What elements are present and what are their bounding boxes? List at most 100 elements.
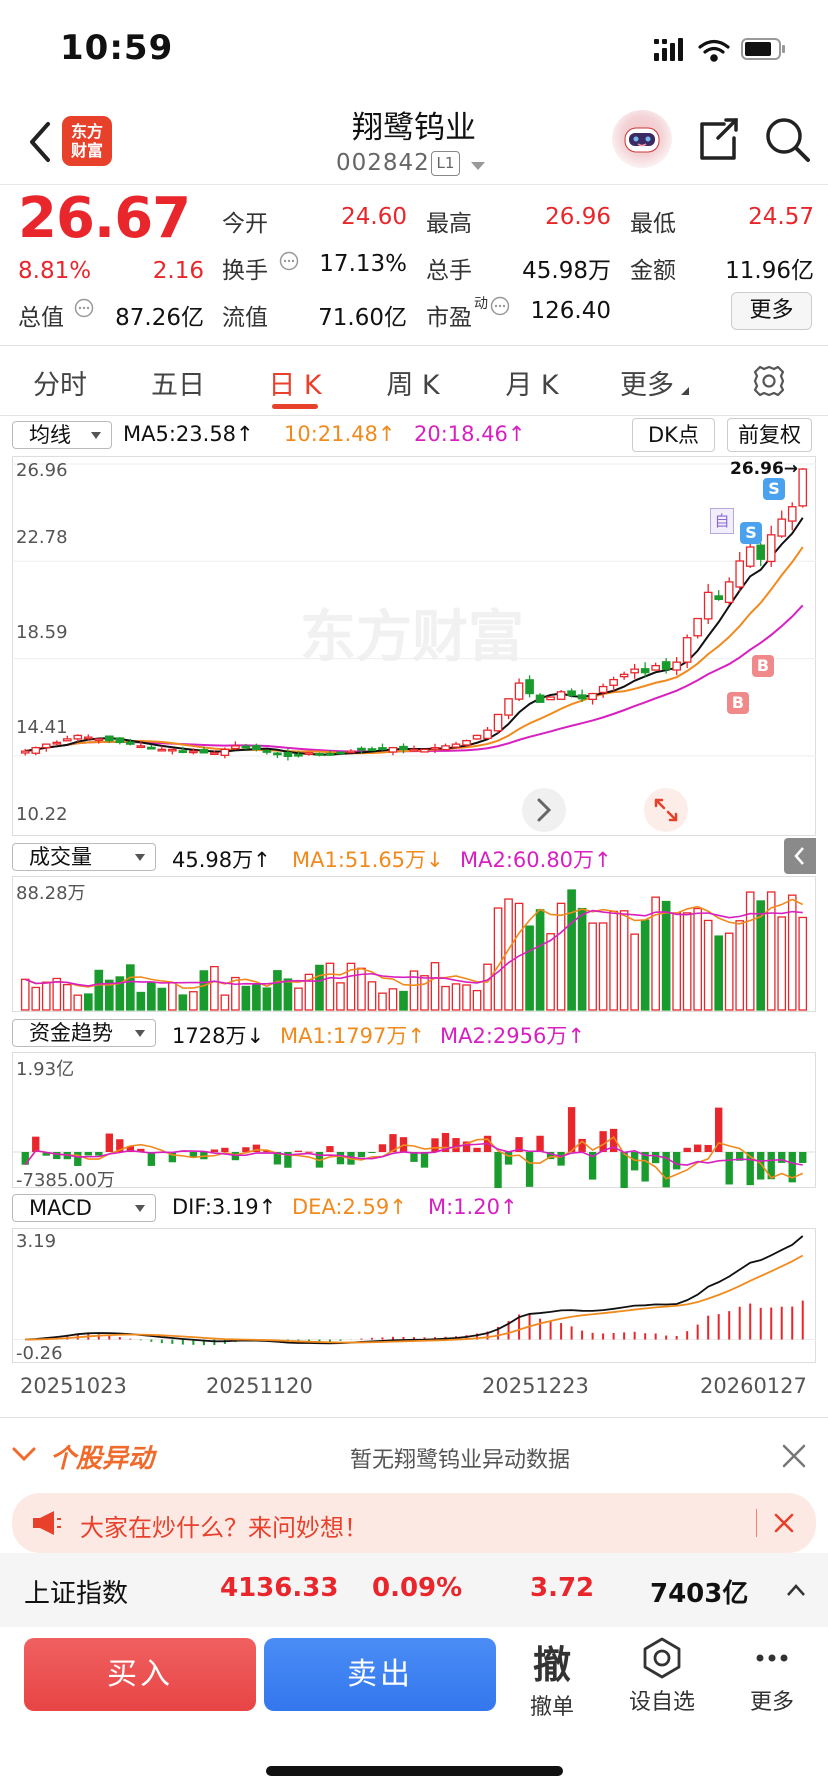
close-icon[interactable] — [782, 1444, 806, 1468]
adjust-price-button[interactable]: 前复权 — [727, 418, 812, 452]
candle-body — [62, 738, 72, 742]
capital-bar — [378, 1144, 387, 1152]
turnover-label: 换手 — [222, 258, 268, 284]
capital-bar — [557, 1152, 565, 1166]
ma-selector[interactable]: 均线 — [12, 421, 112, 449]
capital-trend-selector[interactable]: 资金趋势 — [12, 1019, 156, 1047]
kline-chart[interactable]: 东方财富 — [12, 456, 816, 836]
high-value: 26.96 — [545, 204, 611, 230]
price-axis-label: 14.41 — [16, 717, 68, 738]
search-icon[interactable] — [764, 116, 812, 164]
buy-signal-marker[interactable]: B — [727, 692, 749, 714]
megaphone-icon — [33, 1511, 61, 1535]
sell-signal-marker[interactable]: S — [740, 522, 762, 544]
more-quote-button[interactable]: 更多 — [731, 292, 812, 330]
capital-bar — [336, 1152, 345, 1165]
open-value: 24.60 — [341, 204, 407, 230]
tab-intraday[interactable]: 分时 — [30, 363, 90, 402]
index-ticker-bar[interactable]: 上证指数 4136.33 0.09% 3.72 7403亿 — [0, 1553, 828, 1627]
candle-body — [598, 685, 608, 694]
index-change-pct: 0.09% — [372, 1573, 463, 1603]
capital-bar — [32, 1136, 40, 1152]
volume-current: 45.98万↑ — [172, 848, 271, 872]
capital-bar — [305, 1151, 313, 1153]
collapse-panel-icon[interactable] — [784, 838, 816, 874]
capital-bar — [694, 1144, 702, 1152]
macd-chart — [12, 1228, 816, 1363]
level-badge: L1 — [431, 151, 460, 176]
cancel-order-button[interactable]: 撤 撤单 — [526, 1634, 578, 1721]
ask-text: 大家在炒什么？来问妙想！ — [80, 1514, 368, 1542]
candle-body — [189, 750, 198, 754]
tab-monthly-k[interactable]: 月 K — [500, 363, 564, 402]
volume-bar — [472, 989, 482, 1011]
candle-body — [651, 664, 660, 671]
volume-bar — [598, 922, 608, 1011]
dk-point-button[interactable]: DK点 — [632, 418, 715, 452]
change-percent: 8.81% — [18, 258, 92, 284]
ma20-value: 20:18.46↑ — [414, 422, 526, 446]
price-axis-label: 22.78 — [16, 527, 68, 548]
settings-icon[interactable] — [752, 364, 786, 398]
volume-label: 总手 — [426, 258, 472, 284]
scroll-right-icon[interactable] — [520, 786, 568, 834]
sell-button[interactable]: 卖出 — [264, 1638, 496, 1711]
self-marker[interactable]: 自 — [710, 508, 734, 534]
volume-selector[interactable]: 成交量 — [12, 843, 156, 871]
candle-body — [693, 617, 703, 637]
volume-bar — [798, 916, 808, 1011]
info-icon[interactable] — [490, 296, 510, 316]
macd-selector[interactable]: MACD — [12, 1194, 156, 1222]
capital-bar — [725, 1152, 733, 1185]
share-icon[interactable] — [696, 116, 740, 162]
volume-bar — [556, 902, 566, 1011]
low-value: 24.57 — [748, 204, 814, 230]
candle-body — [619, 673, 629, 678]
volume-bar — [619, 910, 629, 1011]
capital-bar — [420, 1152, 429, 1168]
ai-assistant-icon[interactable] — [612, 110, 672, 168]
tab-daily-k[interactable]: 日 K — [265, 363, 325, 402]
sell-signal-marker[interactable]: S — [763, 478, 785, 500]
watchlist-icon — [643, 1637, 681, 1679]
more-caret-icon — [681, 387, 689, 395]
volume-ma1: MA1:51.65万↓ — [292, 848, 444, 872]
volume-bar — [283, 978, 293, 1011]
info-icon[interactable] — [74, 298, 94, 318]
tab-weekly-k[interactable]: 周 K — [383, 363, 443, 402]
buy-signal-marker[interactable]: B — [752, 655, 774, 677]
more-menu-button[interactable]: 更多 — [740, 1636, 804, 1716]
amount-label: 金额 — [630, 258, 676, 284]
divider — [0, 415, 828, 416]
info-icon[interactable] — [279, 251, 299, 271]
tab-five-day[interactable]: 五日 — [148, 363, 208, 402]
turnover-value: 17.13% — [319, 251, 407, 277]
close-icon[interactable] — [774, 1513, 794, 1533]
volume-bar — [724, 932, 734, 1011]
candle-body — [472, 734, 482, 740]
amount-value: 11.96亿 — [725, 258, 814, 284]
volume-bar — [388, 988, 398, 1011]
date-label: 20251120 — [206, 1374, 313, 1398]
candle-body — [210, 752, 219, 756]
index-amount: 7403亿 — [650, 1579, 749, 1609]
stock-alert-bar[interactable]: 个股异动 暂无翔鹭钨业异动数据 — [0, 1418, 828, 1494]
pe-superscript: 动 — [474, 296, 488, 312]
volume-bar — [231, 976, 240, 1011]
buy-button[interactable]: 买入 — [24, 1638, 256, 1711]
volume-bar — [451, 983, 461, 1011]
chevron-down-icon[interactable] — [12, 1446, 36, 1464]
capital-bar — [221, 1147, 229, 1152]
volume-bar — [745, 891, 755, 1011]
ask-assistant-bar[interactable]: 大家在炒什么？来问妙想！ — [12, 1493, 816, 1553]
fullscreen-icon[interactable] — [642, 786, 690, 834]
capital-bar — [704, 1144, 712, 1152]
tab-more[interactable]: 更多 — [616, 363, 678, 402]
signal-icon — [654, 38, 683, 61]
volume-bar — [567, 889, 576, 1011]
stock-code[interactable]: 002842 — [336, 150, 430, 176]
volume-bar — [210, 965, 219, 1011]
chevron-up-icon[interactable] — [786, 1583, 806, 1597]
add-watchlist-button[interactable]: 设自选 — [624, 1636, 700, 1716]
code-dropdown-icon[interactable] — [471, 162, 485, 170]
